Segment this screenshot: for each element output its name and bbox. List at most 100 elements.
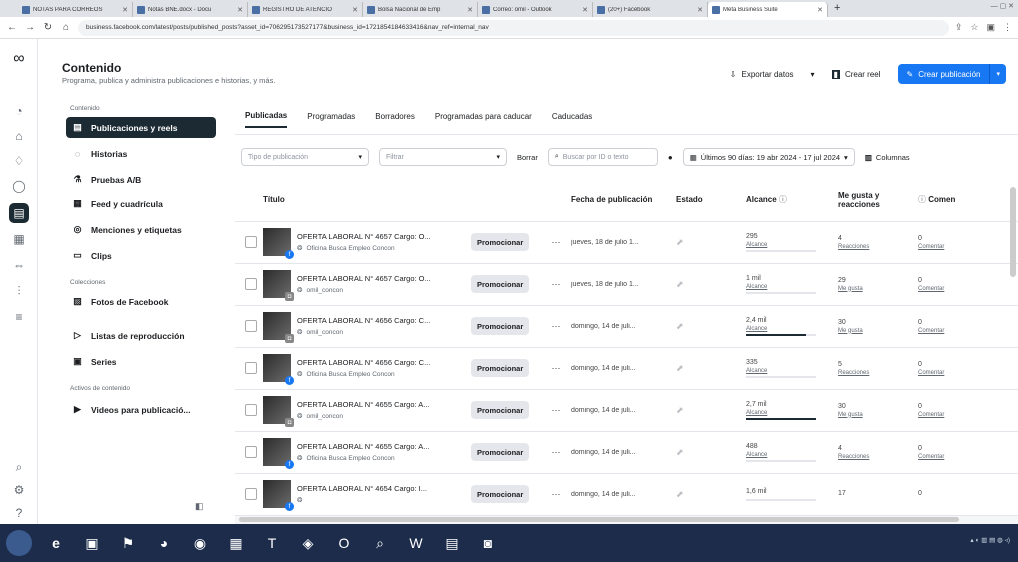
browser-tab[interactable]: Notas BNE.docx - Docu ✕ [133,2,248,17]
likes-label[interactable]: Reacciones [838,370,910,376]
header-status[interactable]: Estado [672,179,742,222]
sidebar-toggle-icon[interactable]: ▣ [986,22,995,33]
post-thumbnail[interactable]: ◘ [263,396,294,427]
sidebar-item-mentions[interactable]: ◎ Menciones y etiquetas [66,219,216,240]
browser-tab[interactable]: NOTAS PARA CORREOS ✕ [18,2,133,17]
search-app-icon[interactable]: ⌕ [368,531,392,555]
ads-icon[interactable]: ⇔ [9,255,29,275]
sidebar-item-ab-tests[interactable]: ⚗ Pruebas A/B [66,169,216,190]
back-icon[interactable]: ← [6,22,18,33]
tab-expiring[interactable]: Programadas para caducar [435,106,532,127]
export-dropdown-icon[interactable]: ▾ [811,70,815,79]
browser-tab[interactable]: Correo: omil - Outlook ✕ [478,2,593,17]
table-row[interactable]: f OFERTA LABORAL N° 4654 Cargo: I... ❂ Prom… [235,473,1018,516]
sidebar-item-series[interactable]: ▣ Series [66,351,216,372]
table-row[interactable]: f OFERTA LABORAL N° 4655 Cargo: A... ❂ Ofic… [235,431,1018,474]
store-icon[interactable]: ▤ [440,531,464,555]
promote-button[interactable]: Promocionar [471,485,530,503]
close-icon[interactable]: ✕ [467,6,473,14]
post-cell[interactable]: f OFERTA LABORAL N° 4654 Cargo: I... ❂ [259,473,467,516]
help-icon[interactable]: ? [9,503,29,523]
post-cell[interactable]: f OFERTA LABORAL N° 4655 Cargo: A... ❂ Ofic… [259,431,467,474]
file-explorer-icon[interactable]: ▣ [80,531,104,555]
browser-tab[interactable]: REGISTRO DE ATENCIÓ ✕ [248,2,363,17]
browser-tab[interactable]: Meta Business Suite ✕ [708,2,828,17]
sidebar-item-stories[interactable]: ◌ Historias [66,143,216,164]
promote-button[interactable]: Promocionar [471,317,530,335]
promote-button[interactable]: Promocionar [471,443,530,461]
post-type-select[interactable]: Tipo de publicación ▾ [241,148,369,166]
header-comments[interactable]: ⓘ Comen [914,179,1018,222]
star-icon[interactable]: ☆ [970,22,978,33]
create-reel-button[interactable]: ▮ Crear reel [822,64,890,84]
post-cell[interactable]: ◘ OFERTA LABORAL N° 4657 Cargo: O... ❂ omil… [259,263,467,306]
header-reach[interactable]: Alcance ⓘ [742,179,834,222]
reach-label[interactable]: Alcance [746,410,830,416]
likes-label[interactable]: Reacciones [838,454,910,460]
row-checkbox[interactable] [245,320,257,332]
header-title[interactable]: Título [259,179,467,222]
home-icon[interactable]: ⌂ [60,22,72,33]
close-icon[interactable]: ✕ [122,6,128,14]
post-thumbnail[interactable]: f [263,480,294,511]
forward-icon[interactable]: → [24,22,36,33]
share-icon[interactable]: ⇪ [955,22,963,33]
close-icon[interactable]: ✕ [352,6,358,14]
row-checkbox[interactable] [245,362,257,374]
promote-button[interactable]: Promocionar [471,275,530,293]
settings-icon[interactable]: ⚙ [9,480,29,500]
table-row[interactable]: f OFERTA LABORAL N° 4657 Cargo: O... ❂ Ofic… [235,221,1018,264]
post-cell[interactable]: ◘ OFERTA LABORAL N° 4655 Cargo: A... ❂ omil… [259,389,467,432]
comments-label[interactable]: Comentar [918,412,1014,418]
planner-icon[interactable]: ▦ [9,229,29,249]
comments-label[interactable]: Comentar [918,244,1014,250]
info-icon[interactable]: ⓘ [918,195,926,204]
clear-filters-button[interactable]: Borrar [517,153,538,162]
comments-label[interactable]: Comentar [918,370,1014,376]
more-options-icon[interactable]: ⋯ [549,447,563,458]
columns-button[interactable]: ▥ Columnas [865,153,910,162]
table-row[interactable]: ◘ OFERTA LABORAL N° 4656 Cargo: C... ❂ omil… [235,305,1018,348]
row-checkbox[interactable] [245,446,257,458]
vertical-scrollbar[interactable] [1010,187,1016,277]
reach-label[interactable]: Alcance [746,368,830,374]
menu-icon[interactable]: ⋮ [1003,22,1012,33]
profile-avatar-icon[interactable]: ◔ [9,101,29,121]
browser-tab[interactable]: Bolsa Nacional de Emp ✕ [363,2,478,17]
sidebar-item-playlists[interactable]: ▷ Listas de reproducción [66,325,216,346]
more-options-icon[interactable]: ⋯ [549,405,563,416]
promote-button[interactable]: Promocionar [471,401,530,419]
post-cell[interactable]: f OFERTA LABORAL N° 4656 Cargo: C... ❂ Ofic… [259,347,467,390]
likes-label[interactable]: Me gusta [838,328,910,334]
inbox-icon[interactable]: ◯ [9,176,29,196]
teams-icon[interactable]: T [260,531,284,555]
tab-scheduled[interactable]: Programadas [307,106,355,127]
home-icon[interactable]: ⌂ [9,126,29,146]
likes-label[interactable]: Me gusta [838,412,910,418]
post-thumbnail[interactable]: f [263,228,294,259]
sidebar-item-clips[interactable]: ▭ Clips [66,245,216,266]
outlook-active-icon[interactable]: ◙ [476,531,500,555]
promote-button[interactable]: Promocionar [471,359,530,377]
sidebar-item-videos[interactable]: ▶ Videos para publicació... [66,399,216,420]
word-icon[interactable]: W [404,531,428,555]
more-options-icon[interactable]: ⋯ [549,279,563,290]
header-date[interactable]: Fecha de publicación [567,179,672,222]
create-post-dropdown[interactable]: ▾ [989,64,1006,84]
network-app-icon[interactable]: ⚑ [116,531,140,555]
table-row[interactable]: f OFERTA LABORAL N° 4656 Cargo: C... ❂ Ofic… [235,347,1018,390]
url-field[interactable]: business.facebook.com/latest/posts/publi… [78,19,949,36]
comments-label[interactable]: Comentar [918,454,1014,460]
all-tools-icon[interactable]: ≡ [9,307,29,327]
new-tab-button[interactable]: + [828,2,846,17]
row-checkbox[interactable] [245,278,257,290]
create-post-button[interactable]: ✎ Crear publicación [897,64,990,84]
reach-label[interactable]: Alcance [746,284,830,290]
browser-tab[interactable]: (20+) Facebook ✕ [593,2,708,17]
more-options-icon[interactable]: ⋯ [549,237,563,248]
reload-icon[interactable]: ↻ [42,22,54,33]
app-window-icon[interactable]: ▦ [224,531,248,555]
row-checkbox[interactable] [245,404,257,416]
app-icon[interactable]: ◈ [296,531,320,555]
start-button-icon[interactable] [6,530,32,556]
